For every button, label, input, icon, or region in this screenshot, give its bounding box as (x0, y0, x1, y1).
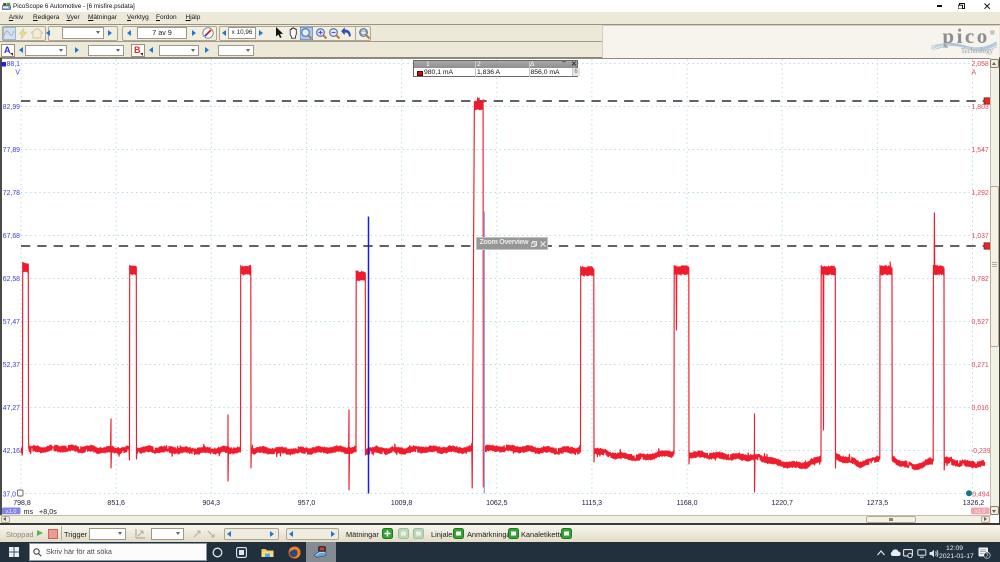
svg-text:42,16: 42,16 (3, 448, 20, 455)
svg-text:47,27: 47,27 (3, 405, 20, 412)
svg-text:82,99: 82,99 (3, 104, 20, 111)
svg-text:957,0: 957,0 (298, 500, 316, 507)
svg-text:1273,5: 1273,5 (867, 500, 889, 507)
svg-text:52,37: 52,37 (3, 362, 20, 369)
svg-text:851,6: 851,6 (107, 500, 125, 507)
svg-text:57,47: 57,47 (3, 319, 20, 326)
svg-text:0,271: 0,271 (972, 362, 989, 369)
svg-text:1115,3: 1115,3 (582, 500, 602, 507)
svg-text:904,3: 904,3 (203, 500, 221, 507)
svg-text:88,1: 88,1 (7, 61, 21, 68)
svg-text:72,78: 72,78 (3, 190, 20, 197)
svg-text:1,292: 1,292 (972, 190, 989, 197)
svg-text:37,0: 37,0 (3, 492, 17, 499)
svg-text:0,016: 0,016 (972, 405, 989, 412)
svg-text:A: A (972, 70, 977, 77)
svg-text:1009,8: 1009,8 (391, 500, 413, 507)
svg-text:77,89: 77,89 (3, 147, 20, 154)
svg-text:V: V (15, 70, 20, 77)
svg-text:67,68: 67,68 (3, 233, 20, 240)
svg-text:798,8: 798,8 (13, 500, 31, 507)
svg-text:-0,239: -0,239 (971, 448, 991, 455)
svg-text:1,547: 1,547 (972, 147, 989, 154)
svg-text:1,037: 1,037 (972, 233, 989, 240)
svg-text:62,58: 62,58 (3, 276, 20, 283)
svg-text:1062,5: 1062,5 (486, 500, 508, 507)
svg-text:0,782: 0,782 (972, 276, 989, 283)
svg-text:7: 7 (985, 553, 988, 559)
svg-text:0,527: 0,527 (972, 319, 989, 326)
svg-text:2,058: 2,058 (972, 61, 989, 68)
svg-text:1168,0: 1168,0 (677, 500, 698, 507)
svg-text:1326,2: 1326,2 (963, 500, 985, 507)
svg-text:1220,7: 1220,7 (771, 500, 793, 507)
svg-text:-0,494: -0,494 (970, 492, 990, 499)
svg-text:1,803: 1,803 (972, 104, 989, 111)
